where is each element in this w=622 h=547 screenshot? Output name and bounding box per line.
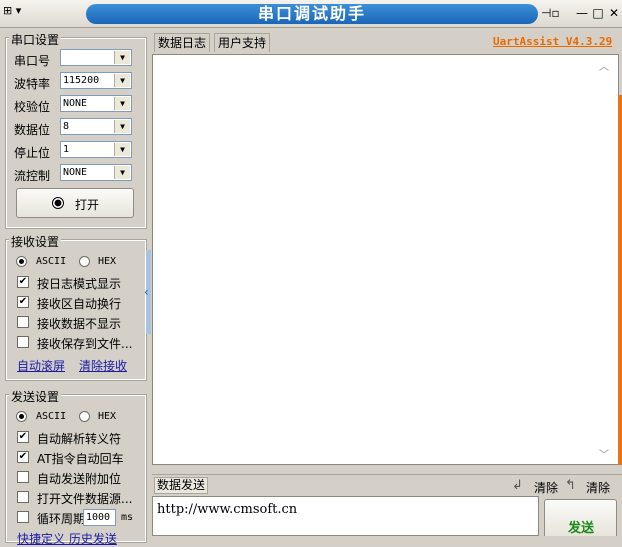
right-edge-strip — [618, 95, 622, 465]
send-ascii-label: ASCII — [36, 411, 67, 422]
clear-receive-link[interactable]: 清除接收 — [79, 357, 127, 374]
port-select[interactable]: ▼ — [60, 49, 132, 66]
flowcontrol-label: 流控制 — [14, 169, 51, 183]
receive-settings-title: 接收设置 — [9, 233, 62, 250]
send-button-label: 发送 — [568, 521, 595, 536]
baud-select[interactable]: 115200 ▼ — [60, 72, 132, 89]
clear-send-button[interactable]: 清除 — [534, 479, 558, 496]
send-data-label: 数据发送 — [154, 477, 209, 494]
system-menu-icon[interactable]: ⊞ ▾ — [3, 4, 39, 22]
save-to-file-label: 接收保存到文件... — [37, 337, 133, 351]
send-hex-label: HEX — [98, 411, 117, 422]
title-bar: ⊞ ▾ 串口调试助手 ⊣▫ — □ ✕ — [0, 0, 622, 28]
chevron-down-icon[interactable]: ▼ — [114, 166, 130, 179]
chevron-down-icon[interactable]: ▼ — [114, 74, 130, 87]
send-input-text: http://www.cmsoft.cn — [157, 502, 298, 517]
open-port-label: 打开 — [75, 198, 100, 212]
hide-data-label: 接收数据不显示 — [37, 317, 122, 331]
auto-wrap-label: 接收区自动换行 — [37, 297, 122, 311]
port-label: 串口号 — [14, 54, 51, 68]
serial-settings-title: 串口设置 — [9, 31, 62, 48]
databits-label: 数据位 — [14, 123, 51, 137]
loop-period-input[interactable]: 1000 — [83, 509, 116, 526]
baud-label: 波特率 — [14, 77, 51, 91]
tab-data-log[interactable]: 数据日志 — [154, 33, 211, 52]
minimize-button[interactable]: — — [574, 5, 590, 21]
save-to-file-checkbox[interactable] — [17, 336, 29, 348]
open-port-button[interactable]: 打开 — [16, 188, 134, 218]
file-source-checkbox[interactable] — [17, 491, 29, 503]
append-bits-label: 自动发送附加位 — [37, 472, 122, 486]
clear-all-icon[interactable]: ↰ — [565, 478, 576, 493]
flowcontrol-select[interactable]: NONE ▼ — [60, 164, 132, 181]
auto-wrap-checkbox[interactable]: ✔ — [17, 296, 29, 308]
maximize-button[interactable]: □ — [590, 5, 606, 21]
chevron-down-icon[interactable]: ﹀ — [599, 446, 609, 461]
receive-ascii-label: ASCII — [36, 256, 67, 267]
pin-icon[interactable]: ⊣▫ — [541, 5, 560, 21]
receive-hex-radio[interactable] — [79, 256, 90, 267]
window-title: 串口调试助手 — [86, 4, 538, 24]
chevron-down-icon[interactable]: ▼ — [114, 97, 130, 110]
clear-send-icon[interactable]: ↲ — [512, 478, 523, 493]
send-settings-title: 发送设置 — [9, 388, 62, 405]
chevron-down-icon[interactable]: ▼ — [114, 120, 130, 133]
clear-all-button[interactable]: 清除 — [586, 479, 610, 496]
chevron-up-icon[interactable]: ︿ — [599, 58, 609, 73]
stopbits-label: 停止位 — [14, 146, 51, 160]
parity-select[interactable]: NONE ▼ — [60, 95, 132, 112]
brand-version-link[interactable]: UartAssist V4.3.29 — [493, 35, 612, 48]
chevron-left-icon[interactable]: ‹ — [144, 285, 149, 299]
close-button[interactable]: ✕ — [606, 5, 622, 21]
hide-data-checkbox[interactable] — [17, 316, 29, 328]
send-button[interactable]: 发送 — [544, 499, 617, 536]
loop-unit-label: ms — [121, 512, 134, 523]
log-mode-label: 按日志模式显示 — [37, 277, 122, 291]
loop-period-label: 循环周期 — [37, 512, 86, 526]
quick-history-links[interactable]: 快捷定义 历史发送 — [17, 530, 117, 547]
at-auto-return-checkbox[interactable]: ✔ — [17, 451, 29, 463]
log-scrollbar[interactable]: ︿ ﹀ — [596, 56, 617, 463]
file-source-label: 打开文件数据源... — [37, 492, 133, 506]
send-panel-divider — [152, 474, 622, 475]
receive-hex-label: HEX — [98, 256, 117, 267]
log-mode-checkbox[interactable]: ✔ — [17, 276, 29, 288]
escape-parse-checkbox[interactable]: ✔ — [17, 431, 29, 443]
power-icon — [52, 197, 64, 209]
receive-log-area[interactable] — [152, 54, 619, 465]
auto-scroll-link[interactable]: 自动滚屏 — [17, 357, 65, 374]
append-bits-checkbox[interactable] — [17, 471, 29, 483]
receive-ascii-radio[interactable] — [16, 256, 27, 267]
tab-user-support[interactable]: 用户支持 — [214, 33, 271, 52]
send-hex-radio[interactable] — [79, 411, 90, 422]
parity-label: 校验位 — [14, 100, 51, 114]
escape-parse-label: 自动解析转义符 — [37, 432, 122, 446]
chevron-down-icon[interactable]: ▼ — [114, 51, 130, 64]
send-input[interactable]: http://www.cmsoft.cn — [152, 496, 539, 536]
chevron-down-icon[interactable]: ▼ — [114, 143, 130, 156]
at-auto-return-label: AT指令自动回车 — [37, 452, 124, 466]
loop-send-checkbox[interactable] — [17, 511, 29, 523]
send-ascii-radio[interactable] — [16, 411, 27, 422]
databits-select[interactable]: 8 ▼ — [60, 118, 132, 135]
stopbits-select[interactable]: 1 ▼ — [60, 141, 132, 158]
